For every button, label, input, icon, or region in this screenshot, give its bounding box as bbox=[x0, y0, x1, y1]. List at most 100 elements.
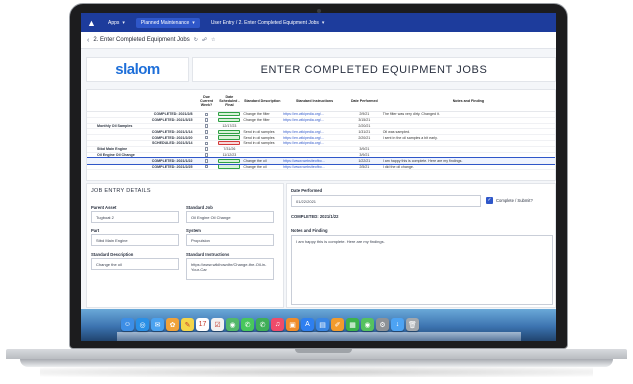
messages-icon[interactable]: ✆ bbox=[241, 318, 254, 331]
desktop-wallpaper: ☺ ◎ ✉ ✿ ✎ 17 ☑ ◉ ✆ ✆ ♫ ▣ A ▤ ✐ ▦ ◉ ⚙ ↓ 🗑 bbox=[81, 309, 556, 341]
due-checkbox[interactable] bbox=[204, 135, 209, 140]
row-date-performed-cell bbox=[347, 141, 382, 146]
due-checkbox[interactable] bbox=[204, 159, 209, 163]
due-checkbox[interactable] bbox=[204, 141, 209, 146]
system-field[interactable]: Propulsion bbox=[186, 234, 274, 246]
laptop-base bbox=[6, 349, 627, 359]
star-icon[interactable]: ☆ bbox=[211, 37, 215, 43]
row-instructions-link[interactable]: https://en.wikipedia.org/... bbox=[282, 141, 347, 146]
back-arrow-icon[interactable]: ‹ bbox=[87, 37, 89, 44]
chevron-down-icon: ▾ bbox=[122, 19, 125, 26]
notes-label: Notes and Finding bbox=[291, 228, 328, 233]
row-date-performed-cell: 1/31/21 bbox=[358, 129, 371, 134]
finder-icon[interactable]: ☺ bbox=[121, 318, 134, 331]
row-description-cell: Change the filter bbox=[243, 118, 270, 123]
row-notes-cell bbox=[382, 141, 555, 146]
row-date-performed-cell: 2/5/21 bbox=[359, 164, 370, 169]
table-row[interactable]: COMPLETED: 2021/2/25 Change the oil https:… bbox=[87, 164, 555, 170]
row-due-cell bbox=[197, 124, 217, 129]
system-label: System bbox=[186, 228, 201, 233]
row-instructions-link[interactable] bbox=[282, 153, 347, 158]
apps-menu-label: Apps bbox=[108, 19, 120, 26]
row-date-performed-cell: 3/9/21 bbox=[359, 147, 370, 152]
active-tab[interactable]: User Entry / 2. Enter Completed Equipmen… bbox=[206, 18, 330, 28]
row-job-cell: COMPLETED: 2021/2/20 bbox=[151, 135, 193, 140]
table-header: Due Current Week? Date Scheduled - Final… bbox=[87, 90, 555, 112]
row-scheduled-cell bbox=[216, 135, 242, 140]
row-notes-cell: I sent in the oil samples a bit early. bbox=[382, 135, 438, 140]
maps-icon[interactable]: ◉ bbox=[226, 318, 239, 331]
standard-instructions-field[interactable]: https://www.wikihowdhr/Change-the-Oil-in… bbox=[186, 258, 274, 280]
banner-title: ENTER COMPLETED EQUIPMENT JOBS bbox=[260, 63, 488, 76]
job-result-panel: Date Performed 01/22/2021 ✓ Complete / S… bbox=[286, 183, 556, 308]
row-due-cell bbox=[197, 135, 217, 140]
app-store-icon[interactable]: A bbox=[301, 318, 314, 331]
numbers-icon[interactable]: ▦ bbox=[346, 318, 359, 331]
standard-description-field[interactable]: Change the oil bbox=[91, 258, 179, 270]
row-instructions-link[interactable]: https://en.wikipedia.org/... bbox=[282, 118, 347, 123]
scheduled-date-pill bbox=[218, 118, 241, 123]
brand-banner: slalom bbox=[86, 57, 189, 82]
part-label: Part bbox=[91, 228, 100, 233]
settings-icon[interactable]: ⚙ bbox=[376, 318, 389, 331]
refresh-icon[interactable]: ↻ bbox=[194, 37, 198, 43]
row-scheduled-cell bbox=[216, 112, 242, 117]
workspace-menu-button[interactable]: Planned Maintenance ▾ bbox=[135, 17, 200, 28]
due-checkbox[interactable] bbox=[204, 164, 209, 169]
row-date-performed-cell: 1/22/21 bbox=[358, 158, 371, 163]
notes-textarea[interactable]: I am happy this is complete. Here are my… bbox=[291, 235, 553, 305]
row-description-cell: Change the filter bbox=[243, 112, 270, 117]
row-description-cell bbox=[242, 147, 282, 152]
trash-icon[interactable]: 🗑 bbox=[406, 318, 419, 331]
standard-description-label: Standard Description bbox=[91, 252, 134, 257]
facetime-icon[interactable]: ✆ bbox=[256, 318, 269, 331]
parent-asset-field[interactable]: Tugboat 2 bbox=[91, 211, 179, 223]
row-instructions-link[interactable]: https://en.wikipedia.org/... bbox=[282, 129, 347, 134]
row-description-cell: Send in oil samples bbox=[243, 141, 275, 146]
books-icon[interactable]: ▣ bbox=[286, 318, 299, 331]
scheduled-date-pill bbox=[218, 135, 241, 140]
part-field[interactable]: Stbd Main Engine bbox=[91, 234, 179, 246]
music-icon[interactable]: ♫ bbox=[271, 318, 284, 331]
safari-icon[interactable]: ◎ bbox=[136, 318, 149, 331]
row-date-performed-cell: 2/20/21 bbox=[358, 123, 371, 128]
calendar-icon[interactable]: 17 bbox=[196, 318, 209, 331]
keynote-icon[interactable]: ▤ bbox=[316, 318, 329, 331]
dock: ☺ ◎ ✉ ✿ ✎ 17 ☑ ◉ ✆ ✆ ♫ ▣ A ▤ ✐ ▦ ◉ ⚙ ↓ 🗑 bbox=[121, 318, 419, 331]
standard-job-field[interactable]: Oil Engine Oil Change bbox=[186, 211, 274, 223]
row-description-cell: Change the oil bbox=[243, 158, 267, 163]
row-instructions-link[interactable] bbox=[282, 147, 347, 152]
col-header-scheduled: Date Scheduled - Final bbox=[219, 94, 240, 107]
notes-icon[interactable]: ✎ bbox=[181, 318, 194, 331]
complete-label: Complete / Submit? bbox=[496, 198, 533, 203]
row-instructions-link[interactable] bbox=[282, 124, 347, 129]
row-instructions-link[interactable]: https://en.wikipedia.org/... bbox=[282, 135, 347, 140]
apps-menu-button[interactable]: Apps ▾ bbox=[103, 18, 130, 28]
complete-checkbox[interactable]: ✓ bbox=[486, 197, 493, 204]
scheduled-date-pill bbox=[218, 129, 241, 134]
share-icon[interactable]: ☍ bbox=[202, 37, 207, 43]
downloads-icon[interactable]: ↓ bbox=[391, 318, 404, 331]
row-description-cell bbox=[242, 124, 282, 129]
row-scheduled-cell bbox=[216, 129, 242, 134]
pages-icon[interactable]: ✐ bbox=[331, 318, 344, 331]
row-instructions-link[interactable]: https://www.websiteofbo... bbox=[282, 158, 347, 163]
row-notes-cell bbox=[382, 124, 555, 129]
due-checkbox[interactable] bbox=[204, 153, 209, 157]
due-checkbox[interactable] bbox=[204, 147, 209, 151]
due-checkbox[interactable] bbox=[204, 112, 209, 117]
due-checkbox[interactable] bbox=[204, 118, 209, 122]
photos-icon[interactable]: ✿ bbox=[166, 318, 179, 331]
row-notes-cell bbox=[382, 153, 555, 158]
due-checkbox[interactable] bbox=[204, 124, 209, 128]
mail-icon[interactable]: ✉ bbox=[151, 318, 164, 331]
row-notes-cell bbox=[382, 147, 555, 152]
row-due-cell bbox=[197, 118, 217, 123]
facetime-video-icon[interactable]: ◉ bbox=[361, 318, 374, 331]
date-performed-field[interactable]: 01/22/2021 bbox=[291, 195, 481, 207]
row-description-cell bbox=[242, 153, 282, 158]
row-instructions-link[interactable]: https://www.websiteofbo... bbox=[282, 164, 347, 169]
row-instructions-link[interactable]: https://en.wikipedia.org/... bbox=[282, 112, 347, 117]
due-checkbox[interactable] bbox=[204, 130, 209, 134]
reminders-icon[interactable]: ☑ bbox=[211, 318, 224, 331]
